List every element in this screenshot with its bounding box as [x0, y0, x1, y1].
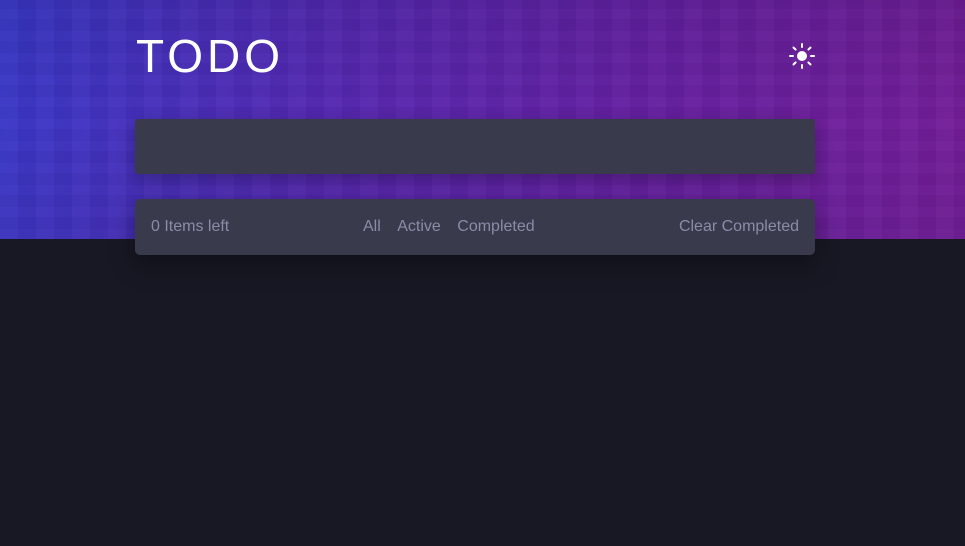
todo-footer: 0 Items left All Active Completed Clear …	[135, 199, 815, 255]
filter-all-button[interactable]: All	[363, 199, 381, 255]
items-left-count: 0 Items left	[151, 218, 230, 235]
new-todo-input[interactable]	[135, 119, 815, 174]
page-title: TODO	[136, 30, 285, 82]
filter-active-button[interactable]: Active	[397, 199, 441, 255]
header: TODO	[136, 28, 816, 84]
theme-toggle-button[interactable]	[788, 42, 816, 70]
new-todo-panel	[135, 119, 815, 174]
filter-group: All Active Completed	[363, 199, 547, 255]
todo-app: TODO 0 Items left All Active Completed C…	[0, 0, 965, 546]
clear-completed-button[interactable]: Clear Completed	[679, 199, 799, 255]
filter-completed-button[interactable]: Completed	[457, 199, 534, 255]
sun-icon	[789, 43, 815, 69]
